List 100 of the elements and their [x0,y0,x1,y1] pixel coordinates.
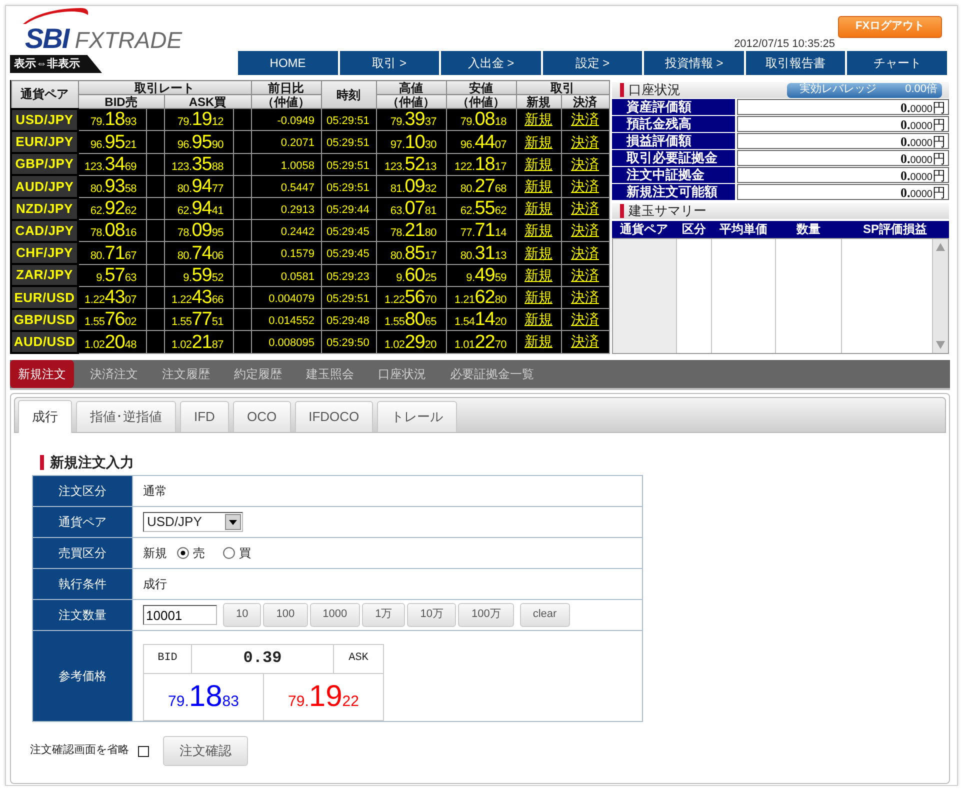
column-header: 高値 [376,80,446,95]
column-header: ASK買 [164,94,251,109]
nav-menu-item[interactable]: 入出金 > [441,51,541,75]
column-header: （仲値） [376,94,446,109]
column-header: 平均単価 [712,221,776,238]
currency-pair-cell: AUD/JPY [11,175,78,198]
scroll-up-icon [936,243,944,251]
ask-label: ASK [334,644,384,674]
radio-button[interactable] [177,546,189,559]
high-rate-cell: 1.022920 [376,330,446,353]
order-type-tab[interactable]: 成行 [18,400,72,433]
change-cell: 0.2913 [251,198,321,220]
high-rate-cell: 9.6025 [376,264,446,286]
ask-rate-cell: 1.022187 [164,330,233,353]
main-tab[interactable]: 建玉照会 [298,360,362,388]
change-cell: 0.014552 [251,308,321,331]
quantity-button[interactable]: 100 [263,603,308,627]
main-tab[interactable]: 口座状況 [370,360,434,388]
order-type-tab[interactable]: 指値･逆指値 [76,401,176,432]
low-rate-cell: 80.3113 [446,242,516,264]
quantity-input[interactable]: 10001 [143,605,217,625]
currency-pair-cell: GBP/USD [11,308,78,331]
ask-rate-cell: 80.9477 [164,175,233,198]
leverage-value: 0.00倍 [905,83,938,97]
nav-menu-item[interactable]: チャート [847,51,948,75]
logo-brand-text: SBI [25,23,69,54]
low-rate-cell: 96.4407 [446,130,516,154]
radio-label: 買 [239,546,251,560]
scrollbar[interactable] [932,239,948,353]
field-label: 注文区分 [32,476,132,506]
column-header: 取引レート [78,80,251,95]
scroll-down-icon [936,341,944,349]
order-type-tab[interactable]: トレール [377,401,458,432]
bid-rate-cell: 78.0816 [78,220,146,242]
change-cell: 0.5447 [251,175,321,198]
quantity-button[interactable]: 1000 [310,603,360,627]
quantity-button[interactable]: 100万 [458,603,514,627]
change-cell: 0.2442 [251,220,321,242]
confirm-order-button[interactable]: 注文確認 [163,736,248,766]
currency-pair-cell: EUR/USD [11,286,78,309]
skip-confirmation-label: 注文確認画面を省略 [30,744,129,758]
change-cell: 0.004079 [251,286,321,309]
main-tab[interactable]: 注文履歴 [154,360,218,388]
currency-pair-select[interactable]: USD/JPY [143,512,243,532]
order-type-tab[interactable]: OCO [232,401,291,432]
main-tab[interactable]: 必要証拠金一覧 [442,360,542,388]
low-rate-cell: 1.216280 [446,286,516,309]
nav-menu-item[interactable]: 設定 > [542,51,642,75]
account-item-label: 取引必要証拠金 [612,150,734,166]
column-header: （仲値） [251,94,321,109]
time-cell: 05:29:51 [321,130,376,154]
display-toggle-button[interactable]: 表示⇔非表示 [10,55,102,73]
column-header: 区分 [676,221,712,238]
column-header: （仲値） [446,94,516,109]
nav-menu-item[interactable]: HOME [238,51,338,75]
bid-rate-cell: 80.7167 [78,242,146,264]
quantity-button[interactable]: 1万 [362,603,406,627]
time-cell: 05:29:50 [321,330,376,353]
bid-rate-cell: 79.1893 [78,108,146,131]
field-label: 参考価格 [32,630,132,722]
dropdown-caret-icon [225,514,241,530]
column-header: 前日比 [251,80,321,95]
low-rate-cell: 80.2768 [446,175,516,198]
column-header: 安値 [446,80,516,95]
time-cell: 05:29:44 [321,198,376,220]
clear-button[interactable]: clear [520,603,570,627]
high-rate-cell: 1.225670 [376,286,446,309]
bid-label: BID [144,644,192,674]
quantity-button[interactable]: 10 [223,603,262,627]
ask-rate-cell: 96.9590 [164,130,233,154]
section-title: 新規注文入力 [40,455,134,470]
main-tab[interactable]: 新規注文 [10,360,74,388]
account-item-value: 0.0000円 [736,99,948,115]
change-cell: -0.0949 [251,108,321,131]
main-tab[interactable]: 決済注文 [82,360,146,388]
low-rate-cell: 62.5562 [446,198,516,220]
field-label: 通貨ペア [32,506,132,538]
column-header: 取引 [516,80,609,95]
currency-pair-cell: USD/JPY [11,108,78,131]
checkbox[interactable] [138,746,149,756]
order-type-tab[interactable]: IFD [180,401,229,432]
radio-button[interactable] [223,546,235,559]
time-cell: 05:29:23 [321,264,376,286]
account-item-value: 0.0000円 [736,167,948,183]
radio-label: 売 [193,546,205,560]
nav-menu-item[interactable]: 取引報告書 [746,51,846,75]
ask-rate-cell: 1.557751 [164,308,233,331]
change-cell: 0.2071 [251,130,321,154]
bid-rate-cell: 123.3469 [78,153,146,176]
low-rate-cell: 1.541420 [446,308,516,331]
ask-rate-cell: 1.224366 [164,286,233,309]
nav-menu-item[interactable]: 取引 > [340,51,440,75]
ask-rate-cell: 80.7406 [164,242,233,264]
quantity-button[interactable]: 10万 [407,603,456,627]
bid-price: 79.1883 [144,674,264,720]
account-item-label: 損益評価額 [612,133,734,149]
main-tab[interactable]: 約定履歴 [226,360,290,388]
nav-menu-item[interactable]: 投資情報 > [644,51,744,75]
order-type-tab[interactable]: IFDOCO [294,401,374,432]
column-header: SP評価損益 [842,221,948,238]
